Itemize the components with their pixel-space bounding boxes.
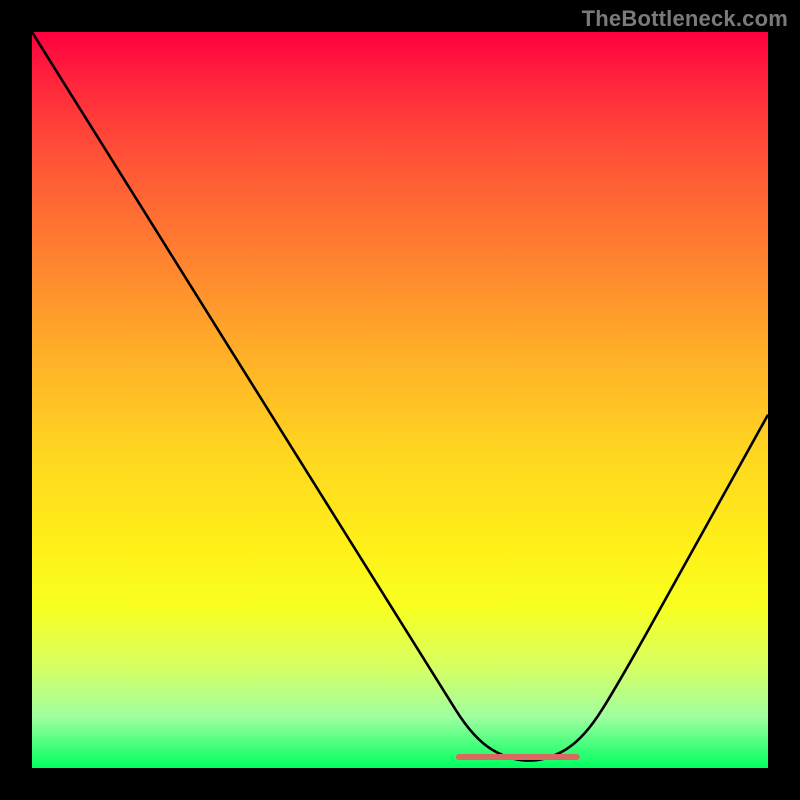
- bottleneck-curve: [32, 32, 768, 761]
- watermark-text: TheBottleneck.com: [582, 6, 788, 32]
- chart-frame: TheBottleneck.com: [0, 0, 800, 800]
- chart-svg: [32, 32, 768, 768]
